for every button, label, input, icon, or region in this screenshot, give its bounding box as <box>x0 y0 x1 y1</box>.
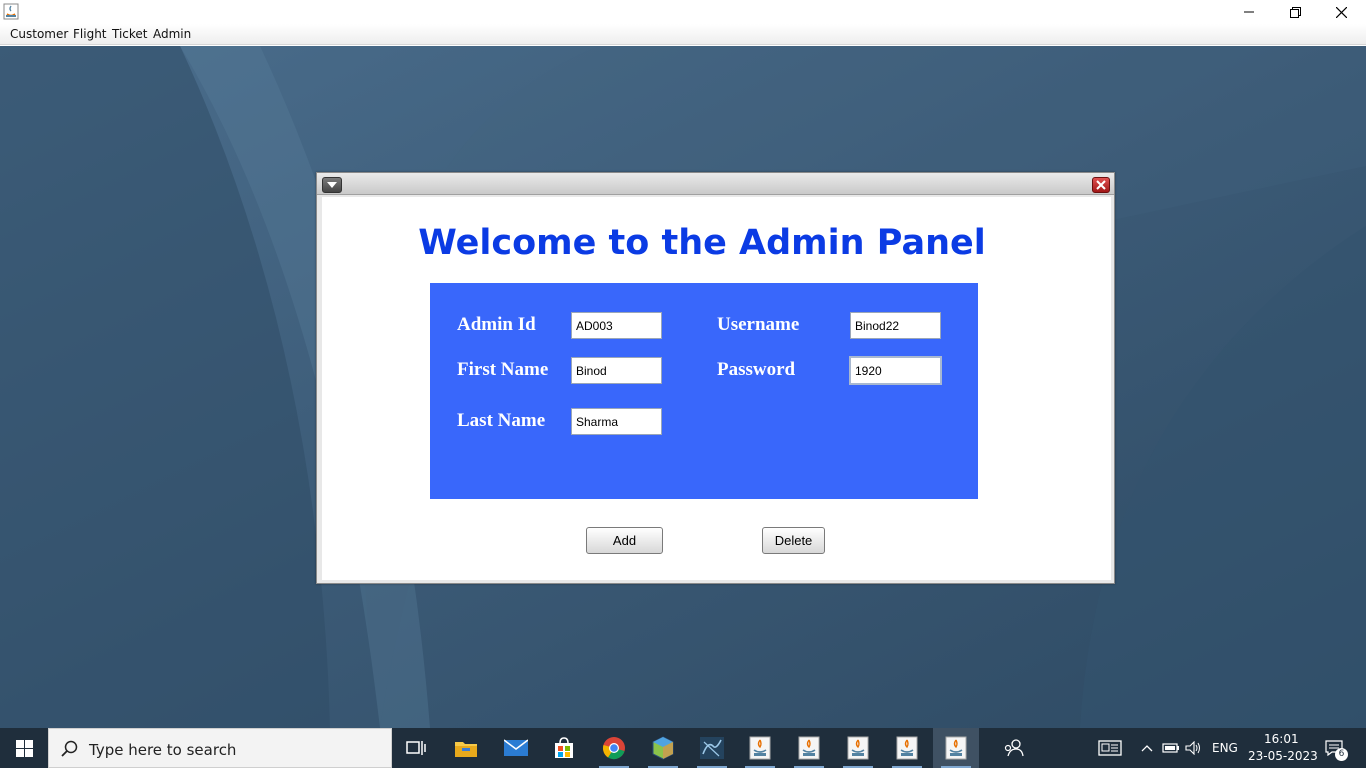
news-widget-button[interactable] <box>1088 728 1132 768</box>
notification-count-badge: 6 <box>1335 748 1348 761</box>
notification-center-button[interactable] <box>1316 728 1352 768</box>
people-icon <box>1004 739 1024 757</box>
volume-button[interactable] <box>1183 728 1205 768</box>
last-name-label: Last Name <box>457 410 546 431</box>
menu-customer[interactable]: Customer <box>10 27 68 41</box>
java-icon <box>749 736 771 760</box>
close-icon <box>1096 180 1106 190</box>
first-name-label: First Name <box>457 359 549 380</box>
java-app-button-4[interactable] <box>884 728 930 768</box>
virtualbox-icon <box>652 736 674 760</box>
admin-panel-content: Welcome to the Admin Panel Admin Id Firs… <box>322 197 1111 580</box>
menu-bar: Customer Flight Ticket Admin <box>0 24 1366 45</box>
microsoft-store-button[interactable] <box>541 728 587 768</box>
people-button[interactable] <box>991 728 1037 768</box>
mail-icon <box>504 739 528 756</box>
clock-time[interactable]: 16:01 <box>1264 732 1299 746</box>
windows-logo-icon <box>15 739 33 757</box>
close-button[interactable] <box>1318 0 1364 24</box>
battery-icon <box>1162 743 1179 753</box>
restore-icon <box>1289 6 1301 18</box>
taskbar-search-box[interactable]: Type here to search <box>48 728 392 768</box>
last-name-field[interactable] <box>571 408 662 435</box>
first-name-field[interactable] <box>571 357 662 384</box>
java-app-button-1[interactable] <box>737 728 783 768</box>
chrome-button[interactable] <box>591 728 637 768</box>
minimize-icon <box>1244 11 1254 13</box>
clock-date[interactable]: 23-05-2023 <box>1248 749 1318 763</box>
folder-icon <box>455 742 477 757</box>
language-indicator[interactable]: ENG <box>1212 741 1238 755</box>
password-field[interactable] <box>849 356 942 385</box>
frame-close-button[interactable] <box>1092 177 1110 193</box>
add-button[interactable]: Add <box>586 527 663 554</box>
page-title: Welcome to the Admin Panel <box>418 223 986 263</box>
file-explorer-button[interactable] <box>443 728 489 768</box>
java-icon <box>847 736 869 760</box>
search-icon <box>61 740 78 757</box>
frame-menu-button[interactable] <box>322 177 342 193</box>
java-app-icon[interactable] <box>3 3 19 20</box>
chevron-down-icon <box>327 182 337 188</box>
taskbar: Type here to search ENG 16:01 23-05-2023… <box>0 728 1366 768</box>
mysql-workbench-button[interactable] <box>689 728 735 768</box>
speaker-icon <box>1185 741 1200 755</box>
mail-button[interactable] <box>493 728 539 768</box>
close-icon <box>1335 6 1347 18</box>
store-icon <box>555 737 573 758</box>
java-app-button-3[interactable] <box>835 728 881 768</box>
news-icon <box>1098 740 1122 756</box>
java-app-button-2[interactable] <box>786 728 832 768</box>
restore-button[interactable] <box>1272 0 1318 24</box>
window-title-bar <box>0 0 1366 24</box>
mysql-workbench-icon <box>700 737 724 759</box>
admin-internal-frame: Welcome to the Admin Panel Admin Id Firs… <box>316 172 1115 584</box>
search-placeholder: Type here to search <box>89 741 237 759</box>
menu-ticket[interactable]: Ticket <box>112 27 148 41</box>
admin-id-field[interactable] <box>571 312 662 339</box>
chevron-up-icon <box>1141 745 1153 752</box>
menu-admin[interactable]: Admin <box>153 27 191 41</box>
admin-form-panel: Admin Id First Name Last Name Username P… <box>430 283 978 499</box>
virtualbox-button[interactable] <box>640 728 686 768</box>
chrome-icon <box>602 737 625 760</box>
start-button[interactable] <box>0 728 48 768</box>
admin-id-label: Admin Id <box>457 314 536 335</box>
username-label: Username <box>717 314 800 335</box>
java-app-button-5[interactable] <box>933 728 979 768</box>
task-view-button[interactable] <box>393 728 439 768</box>
username-field[interactable] <box>850 312 941 339</box>
task-view-icon <box>406 741 426 755</box>
battery-button[interactable] <box>1160 728 1182 768</box>
password-label: Password <box>717 359 796 380</box>
menu-flight[interactable]: Flight <box>73 27 107 41</box>
java-icon <box>896 736 918 760</box>
minimize-button[interactable] <box>1226 0 1272 24</box>
java-icon <box>945 736 967 760</box>
desktop-pane: Welcome to the Admin Panel Admin Id Firs… <box>0 46 1366 728</box>
internal-frame-title-bar[interactable] <box>317 173 1114 195</box>
show-hidden-icons-button[interactable] <box>1136 728 1158 768</box>
delete-button[interactable]: Delete <box>762 527 825 554</box>
java-icon <box>798 736 820 760</box>
